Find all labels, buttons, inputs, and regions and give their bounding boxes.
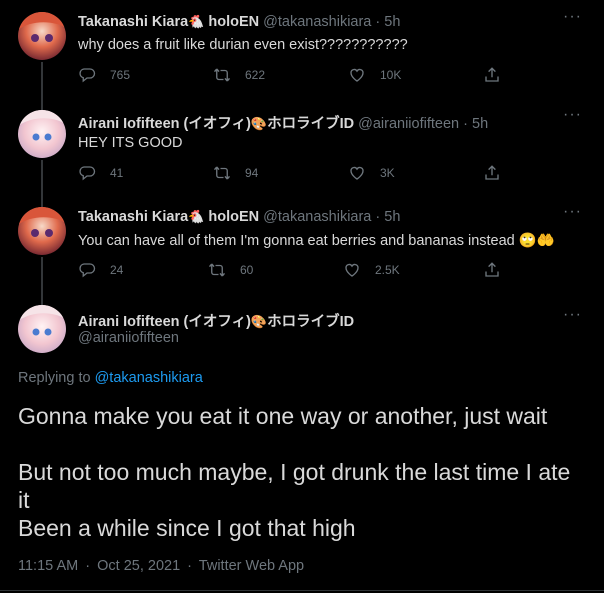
dot-separator: · — [375, 14, 381, 30]
tweet-meta: 11:15 AM · Oct 25, 2021 · Twitter Web Ap… — [18, 558, 304, 574]
replying-to: Replying to @takanashikiara — [18, 370, 203, 386]
badge-text[interactable]: holoEN — [208, 14, 259, 30]
like-count: 10K — [380, 68, 402, 82]
tweet-time[interactable]: 5h — [384, 209, 400, 225]
main-tweet-line-2: But not too much maybe, I got drunk the … — [18, 459, 571, 513]
display-name[interactable]: Airani Iofifteen (イオフィ) — [78, 314, 251, 330]
tweet-header: Takanashi Kiara🐔 holoEN @takanashikiara … — [78, 209, 400, 225]
tweet-1[interactable]: Takanashi Kiara🐔 holoEN @takanashikiara … — [0, 0, 604, 100]
dot-separator: · — [187, 558, 193, 574]
tweet-actions: 765 622 10K — [78, 66, 508, 86]
reply-count: 41 — [110, 166, 124, 180]
like-count: 3K — [380, 166, 395, 180]
like-count: 2.5K — [375, 263, 400, 277]
avatar-kiara[interactable] — [18, 207, 66, 255]
reply-icon — [78, 66, 96, 84]
user-handle[interactable]: @takanashikiara — [263, 14, 371, 30]
user-handle[interactable]: @airaniiofifteen — [358, 116, 459, 132]
tweet-time[interactable]: 5h — [472, 116, 488, 132]
tweet-3[interactable]: Takanashi Kiara🐔 holoEN @takanashikiara … — [0, 195, 604, 295]
retweet-icon — [213, 164, 231, 182]
badge-text[interactable]: ホロライブID — [267, 314, 354, 330]
share-icon — [483, 261, 501, 279]
tweet-text: why does a fruit like durian even exist?… — [78, 37, 408, 53]
retweet-button[interactable]: 94 — [213, 164, 258, 182]
avatar-kiara[interactable] — [18, 12, 66, 60]
share-button[interactable] — [483, 66, 515, 84]
retweet-count: 622 — [245, 68, 266, 82]
dot-separator: · — [85, 558, 91, 574]
tweet-header: Airani Iofifteen (イオフィ)🎨ホロライブID @airanii… — [78, 112, 488, 133]
tweet-text: HEY ITS GOOD — [78, 135, 183, 151]
retweet-icon — [208, 261, 226, 279]
retweet-button[interactable]: 622 — [213, 66, 265, 84]
more-options-icon[interactable]: ··· — [563, 306, 582, 324]
heart-icon — [348, 66, 366, 84]
display-name[interactable]: Takanashi Kiara — [78, 14, 188, 30]
share-icon — [483, 164, 501, 182]
display-name[interactable]: Airani Iofifteen (イオフィ) — [78, 116, 251, 132]
heart-icon — [348, 164, 366, 182]
tweet-actions: 24 60 2.5K — [78, 261, 508, 281]
main-display-name[interactable]: Airani Iofifteen (イオフィ)🎨ホロライブID — [78, 310, 354, 331]
share-icon — [483, 66, 501, 84]
reply-count: 24 — [110, 263, 124, 277]
tweet-source[interactable]: Twitter Web App — [199, 558, 304, 574]
replying-to-label: Replying to — [18, 370, 91, 386]
reply-button[interactable]: 765 — [78, 66, 130, 84]
like-button[interactable]: 3K — [348, 164, 395, 182]
palette-emoji-icon: 🎨 — [250, 116, 268, 131]
retweet-icon — [213, 66, 231, 84]
retweet-count: 94 — [245, 166, 259, 180]
tweet-time[interactable]: 5h — [384, 14, 400, 30]
share-button[interactable] — [483, 261, 515, 279]
dot-separator: · — [375, 209, 381, 225]
reply-icon — [78, 261, 96, 279]
more-options-icon[interactable]: ··· — [563, 203, 582, 221]
display-name[interactable]: Takanashi Kiara — [78, 209, 188, 225]
reply-icon — [78, 164, 96, 182]
main-tweet-line-1: Gonna make you eat it one way or another… — [18, 403, 548, 429]
badge-text[interactable]: ホロライブID — [267, 116, 354, 132]
badge-text[interactable]: holoEN — [208, 209, 259, 225]
like-button[interactable]: 2.5K — [343, 261, 400, 279]
more-options-icon[interactable]: ··· — [563, 8, 582, 26]
tweet-text: You can have all of them I'm gonna eat b… — [78, 233, 555, 249]
palette-emoji-icon: 🎨 — [250, 314, 268, 329]
reply-button[interactable]: 24 — [78, 261, 123, 279]
like-button[interactable]: 10K — [348, 66, 401, 84]
reply-count: 765 — [110, 68, 131, 82]
dot-separator: · — [463, 116, 468, 132]
tweet-time[interactable]: 11:15 AM — [18, 558, 78, 574]
retweet-count: 60 — [240, 263, 254, 277]
reply-button[interactable]: 41 — [78, 164, 123, 182]
avatar-iofi[interactable] — [18, 110, 66, 158]
tweet-header: Takanashi Kiara🐔 holoEN @takanashikiara … — [78, 14, 400, 30]
tweet-2[interactable]: Airani Iofifteen (イオフィ)🎨ホロライブID @airanii… — [0, 98, 604, 198]
share-button[interactable] — [483, 164, 515, 182]
replying-to-mention[interactable]: @takanashikiara — [95, 370, 203, 386]
chicken-emoji-icon: 🐔 — [188, 14, 205, 29]
tweet-actions: 41 94 3K — [78, 164, 508, 184]
chicken-emoji-icon: 🐔 — [188, 209, 205, 224]
more-options-icon[interactable]: ··· — [563, 106, 582, 124]
tweet-date[interactable]: Oct 25, 2021 — [97, 558, 180, 574]
heart-icon — [343, 261, 361, 279]
divider — [0, 590, 604, 591]
retweet-button[interactable]: 60 — [208, 261, 253, 279]
main-tweet-line-3: Been a while since I got that high — [18, 515, 356, 541]
avatar-iofi[interactable] — [18, 305, 66, 353]
main-user-handle[interactable]: @airaniiofifteen — [78, 330, 179, 346]
user-handle[interactable]: @takanashikiara — [263, 209, 371, 225]
